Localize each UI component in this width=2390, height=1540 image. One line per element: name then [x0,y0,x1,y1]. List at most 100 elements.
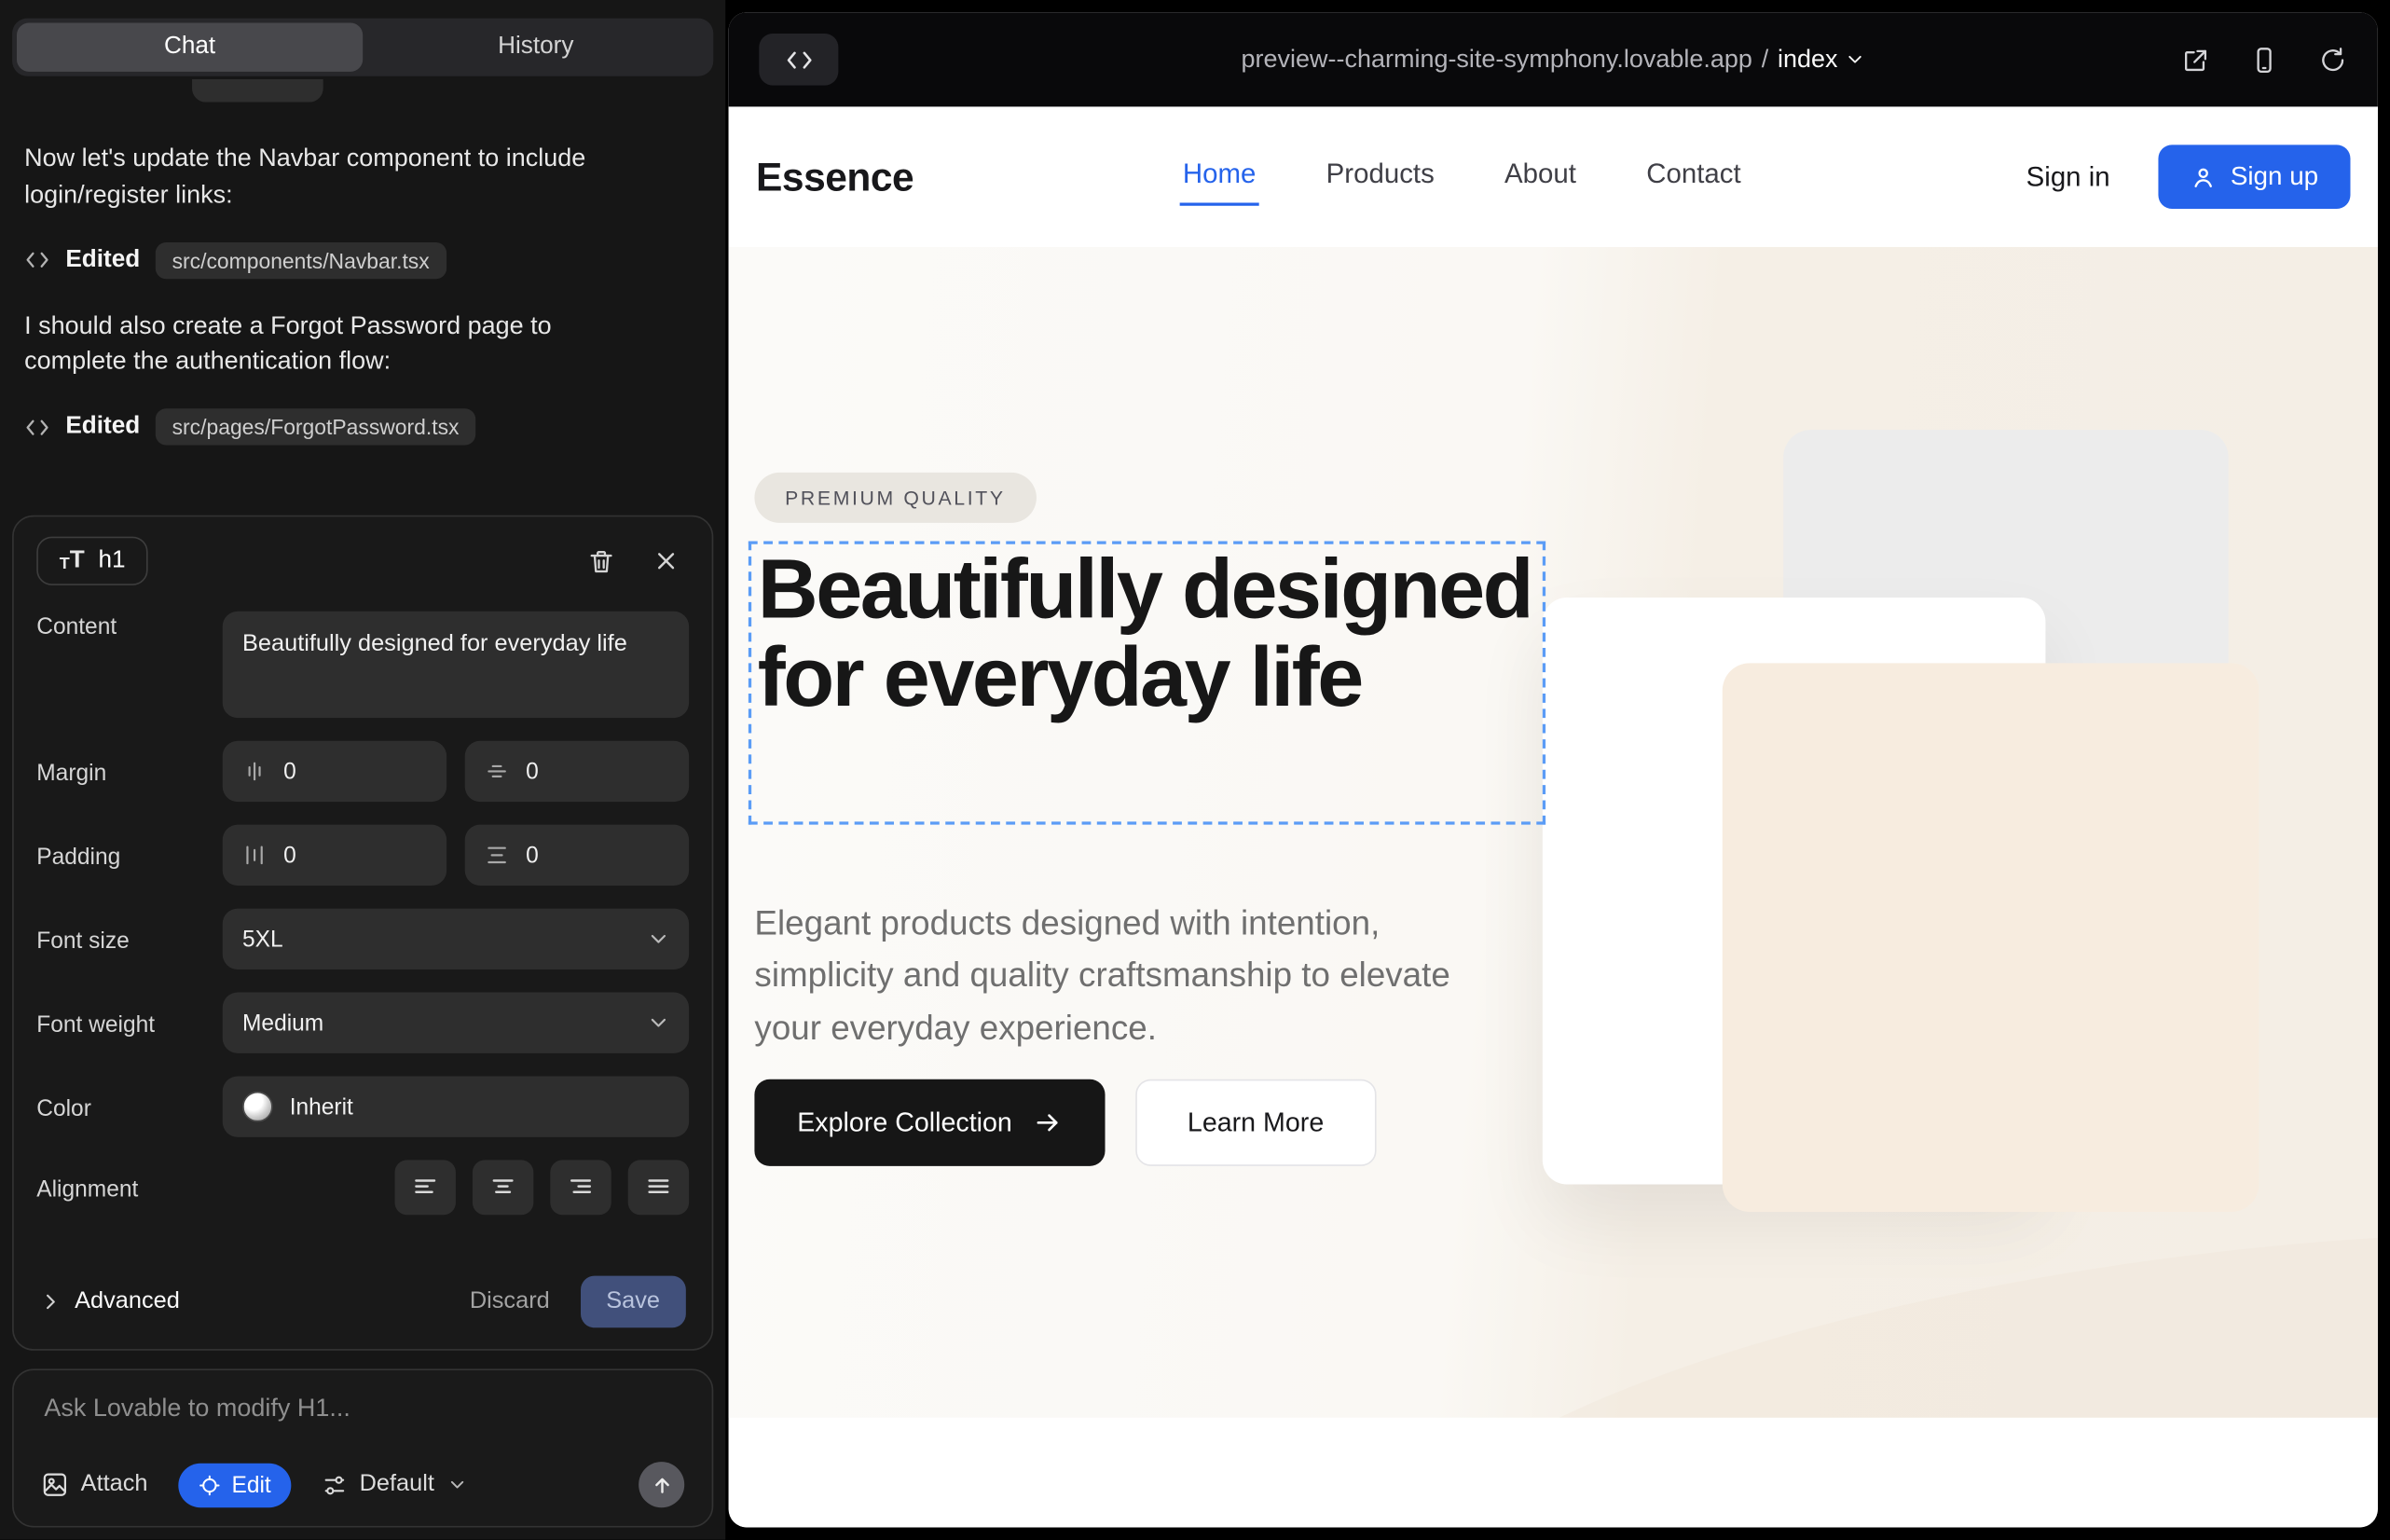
edited-file-row: Edited src/pages/ForgotPassword.tsx [24,408,701,445]
alignment-row: Alignment [36,1160,689,1215]
decor-card-beige [1723,663,2260,1212]
align-left-button[interactable] [395,1160,456,1215]
tab-chat[interactable]: Chat [17,23,363,72]
sign-in-link[interactable]: Sign in [2026,161,2110,193]
file-chip[interactable]: src/pages/ForgotPassword.tsx [156,408,476,445]
delete-element-button[interactable] [587,546,616,575]
padding-row: Padding 0 0 [36,825,689,886]
prompt-input[interactable] [35,1392,691,1427]
sliders-icon [322,1472,348,1498]
url-separator: / [1762,45,1769,74]
nav-link-contact[interactable]: Contact [1643,148,1744,205]
align-justify-button[interactable] [628,1160,689,1215]
chat-message: I should also create a Forgot Password p… [24,309,637,381]
color-picker[interactable]: Inherit [223,1076,689,1136]
edited-file-row: Edited src/components/Navbar.tsx [24,241,701,278]
margin-vertical-input[interactable]: 0 [223,741,446,802]
hero-paragraph[interactable]: Elegant products designed with intention… [754,897,1504,1054]
font-weight-label: Font weight [36,1009,222,1038]
content-label: Content [36,612,222,640]
selected-element-pill[interactable]: TT h1 [36,537,148,585]
page-name: index [1778,45,1838,74]
content-textarea[interactable]: Beautifully designed for everyday life [223,612,689,718]
alignment-label: Alignment [36,1173,222,1202]
margin-vertical-value: 0 [283,759,296,785]
selection-outline: Beautifully designed for everyday life [749,541,1545,824]
content-row: Content Beautifully designed for everyda… [36,612,689,718]
hero-headline[interactable]: Beautifully designed for everyday life [758,544,1543,722]
padding-vertical-value: 0 [283,842,296,868]
color-value: Inherit [290,1093,353,1120]
save-button[interactable]: Save [580,1276,685,1328]
editor-header: TT h1 [36,537,689,585]
font-size-value: 5XL [242,926,283,952]
site-preview: Essence Home Products About Contact Sign… [729,106,2378,1527]
attach-button[interactable]: Attach [41,1471,147,1498]
element-tag-label: h1 [98,547,125,574]
discard-button[interactable]: Discard [470,1288,550,1315]
font-size-select[interactable]: 5XL [223,909,689,969]
margin-label: Margin [36,757,222,786]
editor-footer: Advanced Discard Save [36,1276,689,1328]
arrow-right-icon [1034,1108,1063,1137]
url-bar: preview--charming-site-symphony.lovable.… [729,45,2378,74]
model-selector[interactable]: Default [322,1471,468,1498]
truncated-badge [192,79,323,103]
padding-vertical-input[interactable]: 0 [223,825,446,886]
open-external-icon[interactable] [2181,45,2210,74]
preview-topbar: preview--charming-site-symphony.lovable.… [729,12,2378,106]
margin-row: Margin 0 0 [36,741,689,802]
page-selector[interactable]: index [1778,45,1865,74]
nav-link-products[interactable]: Products [1323,148,1437,205]
preview-window: preview--charming-site-symphony.lovable.… [729,12,2378,1527]
nav-link-home[interactable]: Home [1180,148,1259,205]
attach-label: Attach [81,1471,148,1498]
margin-horizontal-value: 0 [526,759,539,785]
edit-mode-button[interactable]: Edit [178,1463,291,1506]
preview-panel: preview--charming-site-symphony.lovable.… [725,0,2390,1540]
padding-horizontal-icon [485,843,509,867]
panel-tabs: Chat History [12,19,713,76]
padding-horizontal-input[interactable]: 0 [465,825,689,886]
chevron-right-icon [40,1291,62,1313]
site-navbar: Essence Home Products About Contact Sign… [729,106,2378,246]
prompt-composer: Attach Edit Default [12,1368,713,1527]
margin-horizontal-input[interactable]: 0 [465,741,689,802]
chat-panel: Chat History Now let's update the Navbar… [0,0,725,1540]
font-size-row: Font size 5XL [36,909,689,969]
sign-up-label: Sign up [2231,161,2318,192]
font-weight-value: Medium [242,1010,323,1036]
margin-horizontal-icon [485,759,509,783]
preview-url: preview--charming-site-symphony.lovable.… [1242,45,1752,74]
color-label: Color [36,1093,222,1121]
send-button[interactable] [639,1462,684,1507]
chevron-down-icon [646,927,670,951]
close-icon[interactable] [652,547,680,574]
tab-history[interactable]: History [363,23,708,72]
sign-up-button[interactable]: Sign up [2159,144,2350,209]
explore-collection-button[interactable]: Explore Collection [754,1079,1105,1166]
font-weight-select[interactable]: Medium [223,993,689,1053]
file-chip[interactable]: src/components/Navbar.tsx [156,241,446,278]
site-nav-links: Home Products About Contact [1180,106,1744,246]
align-right-button[interactable] [550,1160,611,1215]
hero-cta-group: Explore Collection Learn More [754,1079,1375,1166]
advanced-toggle[interactable]: Advanced [40,1288,180,1315]
padding-horizontal-value: 0 [526,842,539,868]
color-swatch [242,1092,273,1122]
chat-scroll-area[interactable]: Now let's update the Navbar component to… [24,79,701,500]
refresh-icon[interactable] [2318,45,2347,74]
app-root: Chat History Now let's update the Navbar… [0,0,2390,1540]
chat-message: Now let's update the Navbar component to… [24,142,637,214]
edited-label: Edited [65,246,140,273]
font-size-label: Font size [36,925,222,954]
hero-section: PREMIUM QUALITY Beautifully designed for… [729,247,2378,1418]
learn-more-button[interactable]: Learn More [1135,1079,1376,1166]
image-icon [41,1471,68,1498]
site-logo[interactable]: Essence [756,153,913,200]
align-center-button[interactable] [473,1160,533,1215]
code-view-toggle[interactable] [759,34,838,86]
nav-link-about[interactable]: About [1502,148,1579,205]
mobile-view-icon[interactable] [2250,45,2279,74]
padding-label: Padding [36,841,222,870]
